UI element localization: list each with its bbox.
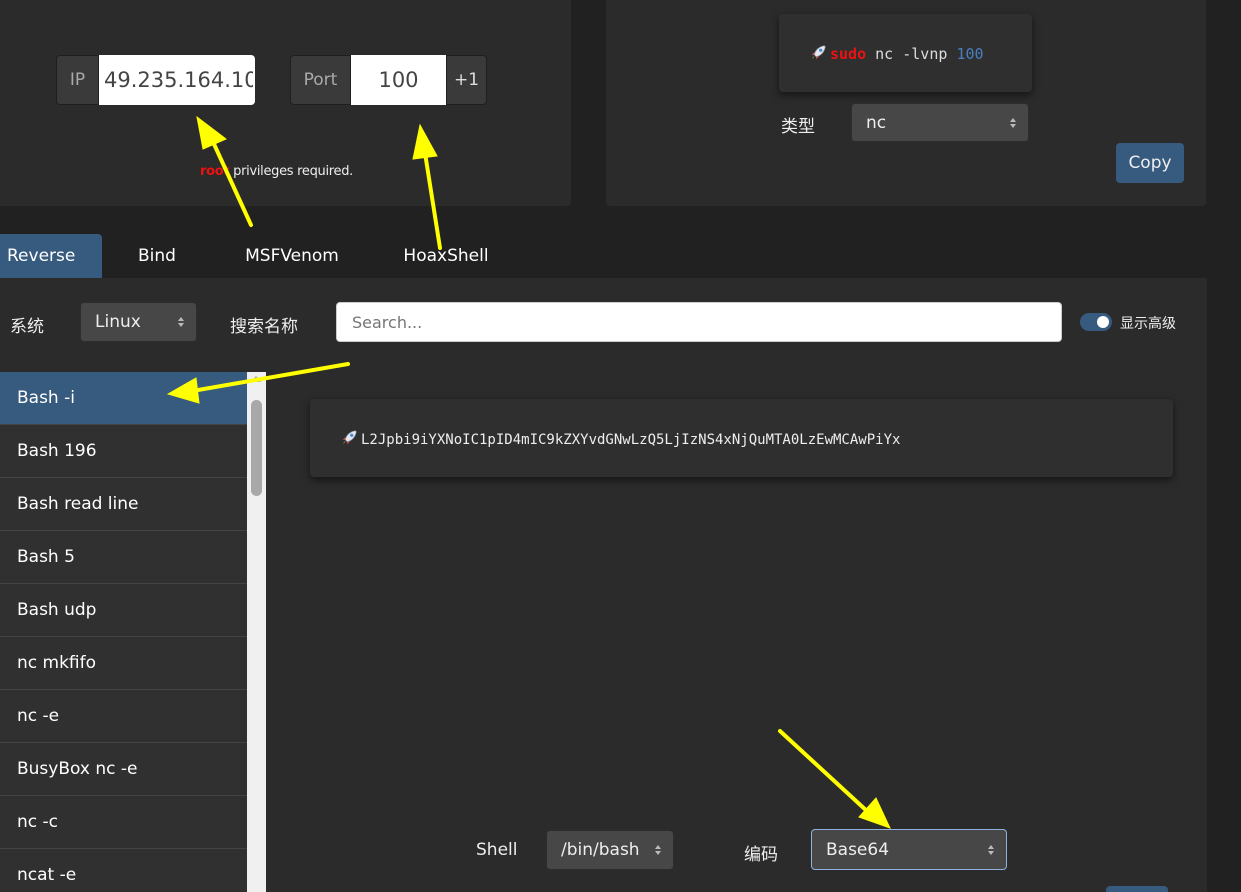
arrow-to-port: [423, 151, 442, 250]
arrow-head-icon: [858, 797, 891, 829]
arrow-head-icon: [412, 123, 438, 160]
annotation-arrows: [166, 115, 891, 829]
arrow-to-bash-i: [196, 362, 350, 392]
arrow-head-icon: [166, 377, 200, 404]
arrow-to-ip: [212, 142, 253, 227]
arrow-to-encoding: [778, 729, 870, 814]
arrow-head-icon: [196, 115, 227, 150]
